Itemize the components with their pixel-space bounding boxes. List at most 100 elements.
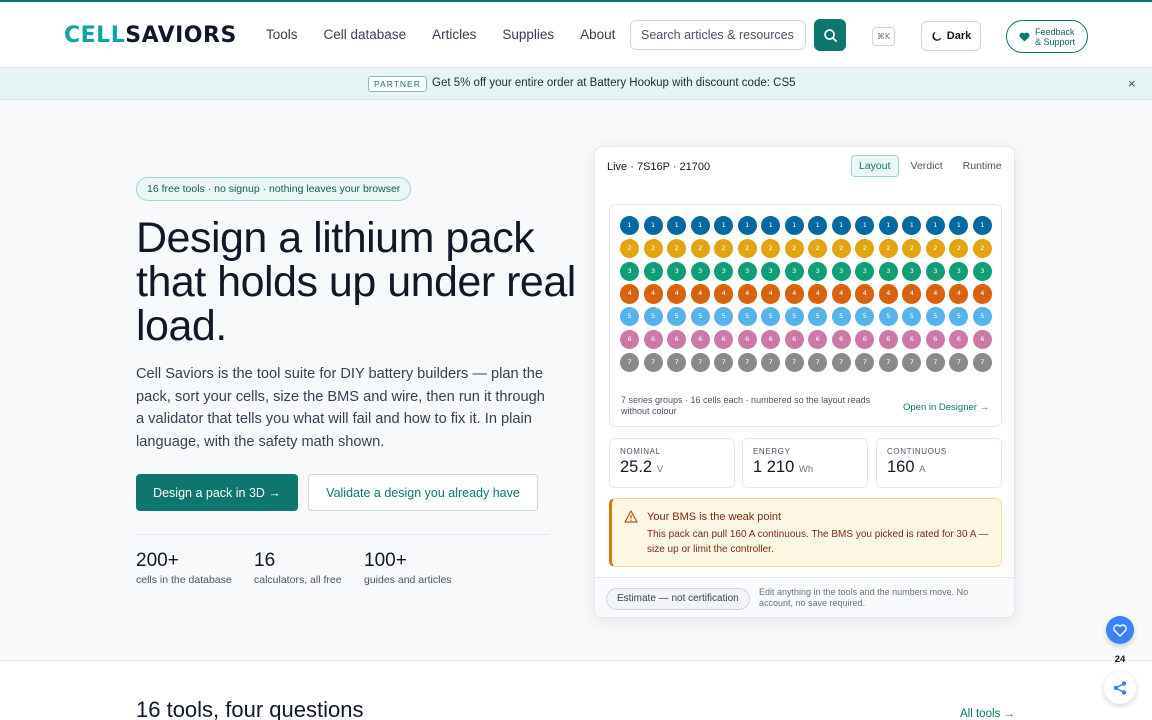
battery-cell: 3	[667, 261, 687, 281]
tab-runtime[interactable]: Runtime	[955, 155, 1010, 177]
hero-lead: Cell Saviors is the tool suite for DIY b…	[136, 366, 545, 450]
battery-cell: 6	[878, 329, 898, 350]
battery-cell: 2	[878, 238, 898, 259]
battery-cell: 4	[784, 284, 804, 304]
battery-cell: 1	[902, 216, 922, 236]
battery-cell: 1	[831, 216, 851, 236]
share-icon	[1113, 681, 1127, 695]
battery-cell: 4	[855, 284, 875, 304]
metric-key: ENERGY	[753, 447, 791, 456]
theme-toggle-label: Dark	[946, 30, 972, 42]
design-pack-button[interactable]: Design a pack in 3D →	[136, 474, 298, 511]
battery-cell: 2	[761, 238, 781, 259]
nav-articles[interactable]: Articles	[432, 26, 476, 44]
battery-cell: 3	[878, 261, 898, 281]
battery-cell: 3	[855, 261, 875, 281]
nav-supplies[interactable]: Supplies	[502, 26, 554, 44]
battery-cell: 1	[690, 216, 710, 236]
stat-value: 200+	[136, 550, 179, 571]
metric-energy: ENERGY 1 210 Wh	[742, 438, 868, 488]
battery-cell: 2	[737, 238, 757, 259]
battery-cell: 7	[878, 352, 898, 373]
battery-cell: 7	[902, 352, 922, 373]
battery-cell: 6	[737, 329, 757, 350]
card-tabs: Layout Verdict Runtime	[851, 155, 1010, 177]
battery-cell: 3	[784, 261, 804, 281]
stat-label: guides and articles	[364, 574, 452, 586]
series-group-row: 4444444444444444	[620, 284, 992, 304]
stat-guides: 100+ guides and articles	[364, 550, 452, 586]
battery-cell: 2	[784, 238, 804, 259]
battery-cell: 7	[714, 352, 734, 373]
battery-cell: 2	[667, 238, 687, 259]
search-input[interactable]	[630, 20, 806, 50]
battery-cell: 5	[784, 307, 804, 327]
series-group-row: 2222222222222222	[620, 238, 992, 259]
tools-section: 16 tools, four questions All tools →	[0, 660, 1152, 720]
metric-value: 160	[887, 458, 915, 476]
heart-icon	[1019, 32, 1030, 42]
keyboard-shortcut-hint: ⌘K	[872, 27, 895, 46]
battery-cell: 4	[949, 284, 969, 304]
banner-close-button[interactable]: ×	[1128, 76, 1136, 91]
battery-cell: 4	[902, 284, 922, 304]
favorite-count: 24	[1114, 654, 1126, 665]
battery-cell: 5	[714, 307, 734, 327]
estimate-badge: Estimate — not certification	[606, 588, 750, 610]
tab-verdict[interactable]: Verdict	[903, 155, 951, 177]
battery-cell: 7	[667, 352, 687, 373]
battery-cell: 3	[808, 261, 828, 281]
battery-cell: 4	[643, 284, 663, 304]
battery-cell: 4	[761, 284, 781, 304]
battery-cell: 1	[972, 216, 992, 236]
promo-text[interactable]: Get 5% off your entire order at Battery …	[432, 77, 796, 89]
battery-cell: 1	[761, 216, 781, 236]
battery-cell: 3	[949, 261, 969, 281]
battery-cell: 6	[831, 329, 851, 350]
battery-cell: 1	[667, 216, 687, 236]
series-group-row: 5555555555555555	[620, 307, 992, 327]
open-designer-link[interactable]: Open in Designer →	[903, 402, 989, 413]
battery-cell: 4	[737, 284, 757, 304]
live-pack-card: Live · 7S16P · 21700 Layout Verdict Runt…	[594, 146, 1015, 618]
site-header: CELLSAVIORS Tools Cell database Articles…	[0, 2, 1152, 68]
brand-logo[interactable]: CELLSAVIORS	[64, 24, 237, 48]
search-button[interactable]	[814, 19, 846, 51]
metric-value: 25.2	[620, 458, 653, 476]
share-button[interactable]	[1104, 672, 1136, 704]
battery-cell: 5	[972, 307, 992, 327]
battery-cell: 2	[620, 238, 640, 259]
battery-cell: 1	[714, 216, 734, 236]
battery-cell: 3	[761, 261, 781, 281]
layout-note: 7 series groups · 16 cells each · number…	[621, 395, 871, 416]
battery-cell: 7	[855, 352, 875, 373]
series-group-row: 1111111111111111	[620, 216, 992, 236]
favorite-button[interactable]	[1106, 616, 1134, 644]
nav-about[interactable]: About	[580, 26, 615, 44]
stat-cells: 200+ cells in the database	[136, 550, 232, 586]
stat-calculators: 16 calculators, all free	[254, 550, 342, 586]
cell-rows: 1111111111111111222222222222222233333333…	[620, 216, 992, 376]
hero-pill: 16 free tools · no signup · nothing leav…	[136, 177, 412, 201]
validate-design-button[interactable]: Validate a design you already have	[308, 474, 538, 511]
battery-cell: 3	[972, 261, 992, 281]
nav-tools[interactable]: Tools	[266, 26, 298, 44]
all-tools-link[interactable]: All tools →	[960, 708, 1015, 720]
battery-cell: 4	[972, 284, 992, 304]
battery-cell: 5	[690, 307, 710, 327]
tab-layout[interactable]: Layout	[851, 155, 899, 177]
battery-cell: 3	[690, 261, 710, 281]
battery-cell: 7	[972, 352, 992, 373]
feedback-label-line1: Feedback	[1035, 26, 1075, 37]
battery-cell: 6	[643, 329, 663, 350]
main-nav: Tools Cell database Articles Supplies Ab…	[266, 26, 641, 44]
nav-cell-database[interactable]: Cell database	[324, 26, 407, 44]
feedback-support-button[interactable]: Feedback & Support	[1006, 20, 1088, 53]
card-footer: Estimate — not certification Edit anythi…	[595, 577, 1014, 617]
battery-cell: 2	[949, 238, 969, 259]
battery-cell: 5	[855, 307, 875, 327]
stat-value: 16	[254, 550, 276, 571]
theme-toggle-button[interactable]: Dark	[921, 21, 981, 51]
battery-cell: 3	[714, 261, 734, 281]
battery-cell: 1	[878, 216, 898, 236]
